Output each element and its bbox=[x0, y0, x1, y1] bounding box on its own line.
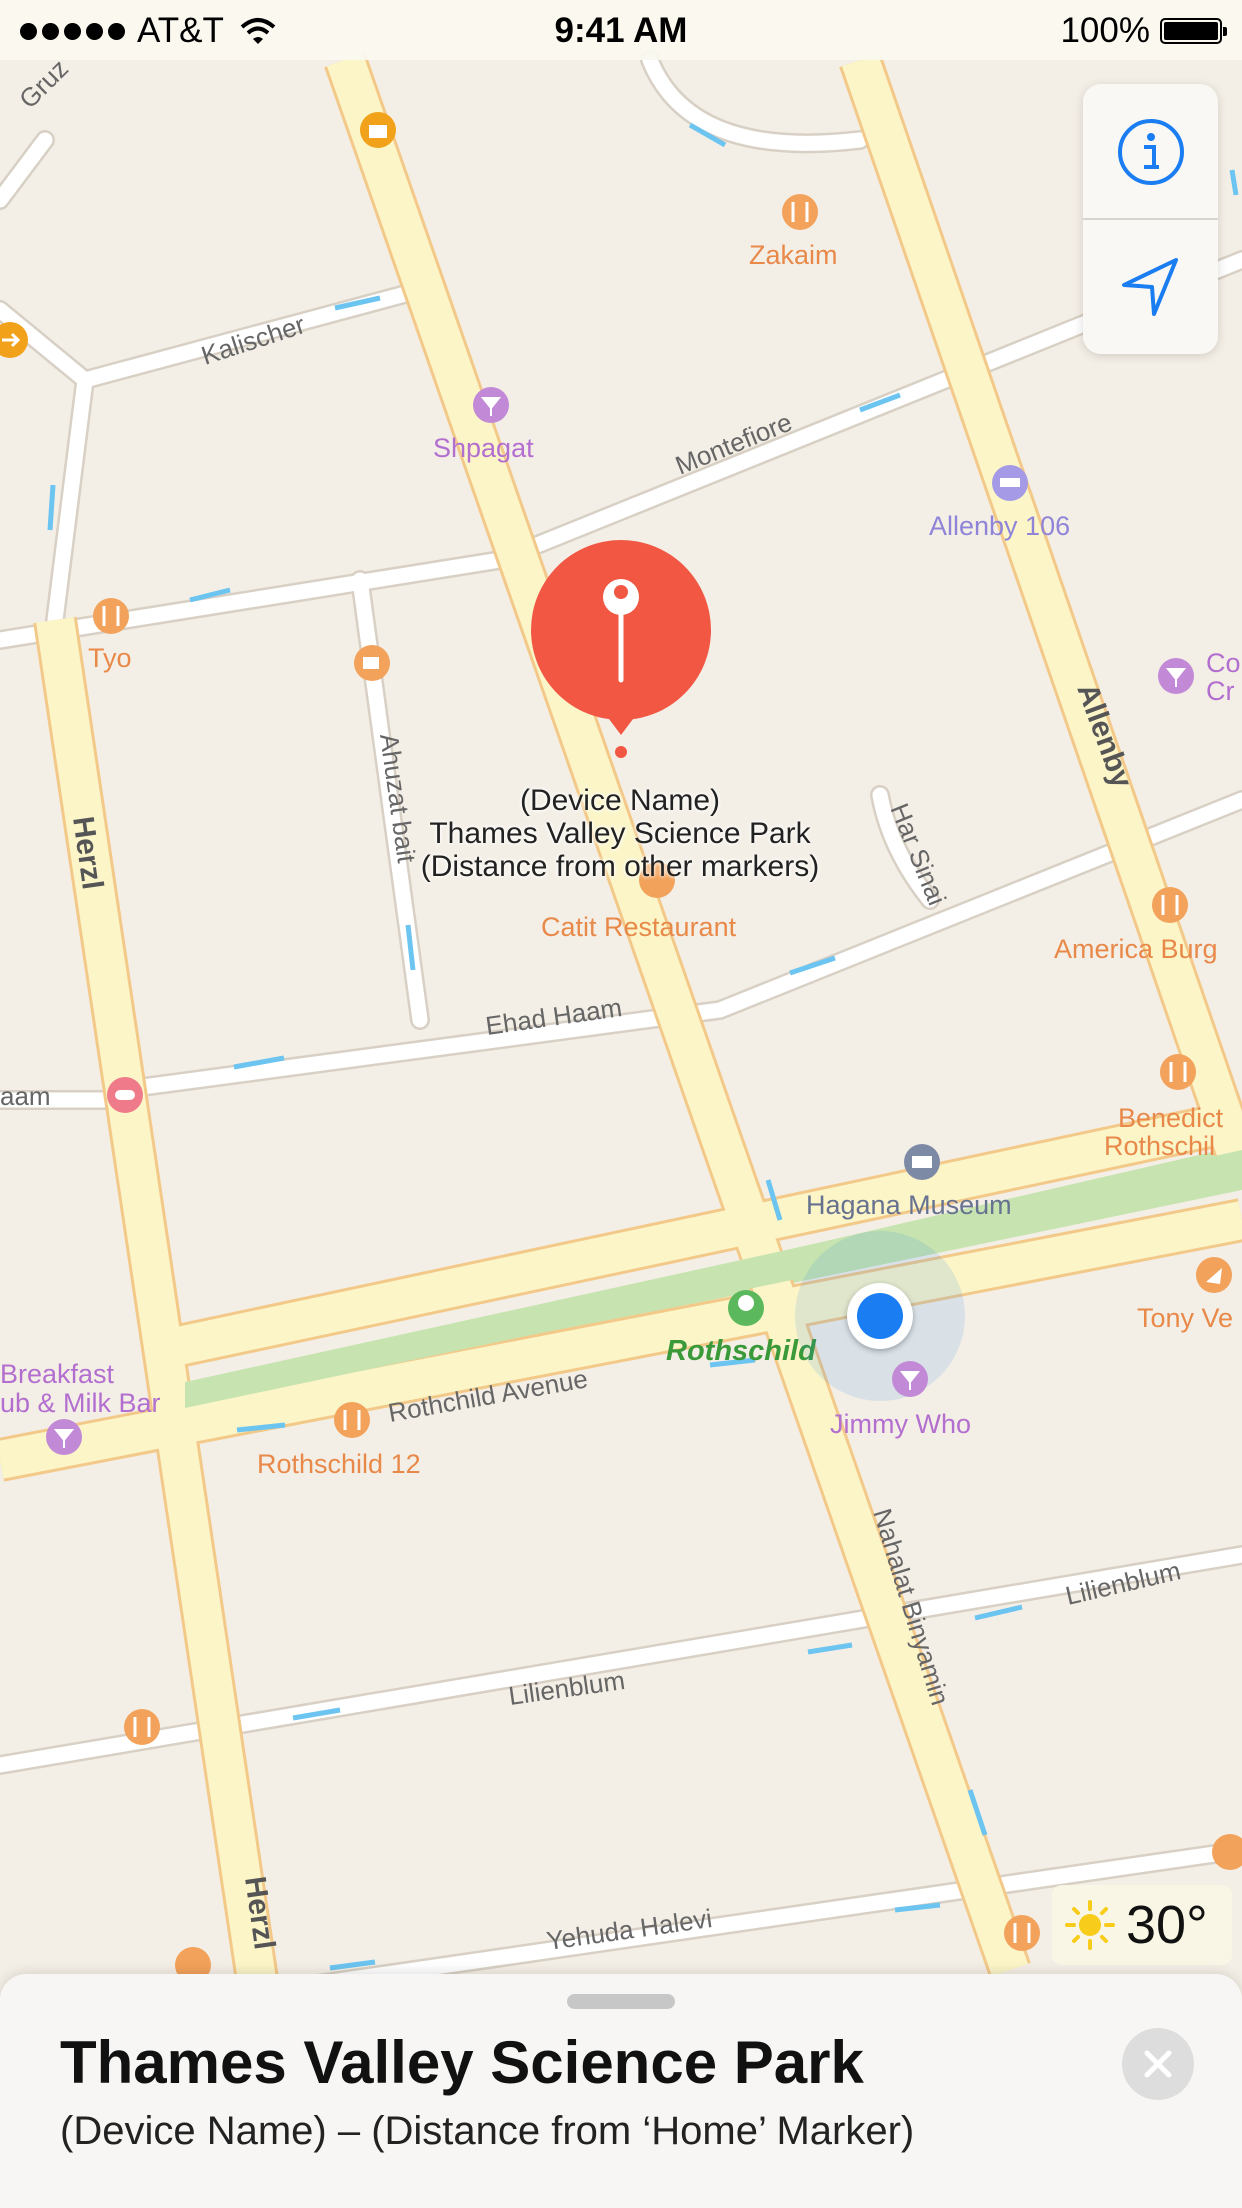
place-card[interactable]: Thames Valley Science Park (Device Name)… bbox=[0, 1974, 1242, 2208]
user-location-dot[interactable] bbox=[857, 1293, 903, 1339]
coffee-icon bbox=[354, 645, 390, 681]
poi-label-catit-restaurant[interactable]: Catit Restaurant bbox=[541, 912, 737, 942]
restaurant-icon bbox=[124, 1709, 160, 1745]
sun-icon bbox=[1065, 1900, 1115, 1950]
weather-badge: 30° bbox=[1052, 1885, 1232, 1965]
poi-label-america-burg[interactable]: America Burg bbox=[1054, 934, 1218, 964]
place-subtitle: (Device Name) – (Distance from ‘Home’ Ma… bbox=[60, 2109, 915, 2153]
pizza-icon bbox=[1196, 1257, 1232, 1293]
close-icon bbox=[1144, 2050, 1172, 2078]
poi-label-rothschil[interactable]: Rothschil bbox=[1104, 1131, 1215, 1161]
sheet-grabber[interactable] bbox=[567, 1994, 675, 2009]
battery-icon bbox=[1160, 18, 1227, 44]
battery-percentage: 100% bbox=[1060, 11, 1150, 50]
street-label-haam: aam bbox=[0, 1081, 51, 1111]
cocktail-icon bbox=[892, 1361, 928, 1397]
cocktail-icon bbox=[46, 1419, 82, 1455]
restaurant-icon bbox=[1004, 1915, 1040, 1951]
poi-label-hagana-museum[interactable]: Hagana Museum bbox=[806, 1190, 1012, 1220]
pin-location-name: Thames Valley Science Park bbox=[429, 817, 811, 850]
current-location-button[interactable] bbox=[1083, 219, 1218, 354]
location-arrow-icon bbox=[1121, 257, 1178, 316]
hotel-icon bbox=[992, 465, 1028, 501]
cocktail-icon bbox=[1158, 658, 1194, 694]
restaurant-icon bbox=[1152, 887, 1188, 923]
pin-device-name: (Device Name) bbox=[519, 784, 721, 817]
pin-callout-label: (Device Name) Thames Valley Science Park… bbox=[320, 784, 920, 883]
poi-label-tyo[interactable]: Tyo bbox=[88, 643, 132, 673]
poi-label-allenby-106[interactable]: Allenby 106 bbox=[929, 511, 1070, 541]
restaurant-icon bbox=[1160, 1054, 1196, 1090]
info-icon bbox=[1117, 118, 1184, 185]
restaurant-icon bbox=[93, 598, 129, 634]
restaurant-icon bbox=[782, 194, 818, 230]
bag-icon bbox=[360, 112, 396, 148]
pin-distance: (Distance from other markers) bbox=[420, 850, 820, 883]
cocktail-icon bbox=[473, 387, 509, 423]
map[interactable]: Gruz Kalischer Montefiore Ahuzat bait Ha… bbox=[0, 0, 1242, 2208]
poi-label-shpagat[interactable]: Shpagat bbox=[433, 433, 534, 463]
close-button[interactable] bbox=[1122, 2028, 1194, 2100]
poi-label-breakfast[interactable]: Breakfast bbox=[0, 1359, 115, 1389]
temperature: 30° bbox=[1126, 1895, 1208, 1955]
museum-icon bbox=[904, 1144, 940, 1180]
map-controls bbox=[1083, 84, 1218, 354]
poi-label-cr[interactable]: Cr bbox=[1206, 676, 1235, 706]
restaurant-icon bbox=[334, 1402, 370, 1438]
place-title: Thames Valley Science Park bbox=[60, 2029, 864, 2096]
poi-label-milk-bar[interactable]: ub & Milk Bar bbox=[0, 1388, 161, 1418]
poi-label-tony-ve[interactable]: Tony Ve bbox=[1137, 1303, 1233, 1333]
status-bar: AT&T 9:41 AM 100% bbox=[0, 0, 1242, 60]
poi-label-jimmy-who[interactable]: Jimmy Who bbox=[830, 1409, 971, 1439]
park-icon bbox=[728, 1290, 764, 1326]
poi-label-co[interactable]: Co bbox=[1206, 648, 1241, 678]
battery-status: 100% bbox=[1060, 11, 1227, 51]
poi-label-rothschild[interactable]: Rothschild bbox=[666, 1335, 817, 1367]
poi-label-rothschild-12[interactable]: Rothschild 12 bbox=[257, 1449, 421, 1479]
poi-label-zakaim[interactable]: Zakaim bbox=[749, 240, 838, 270]
info-button[interactable] bbox=[1083, 84, 1218, 219]
clock: 9:41 AM bbox=[554, 11, 688, 50]
poi-label-benedict[interactable]: Benedict bbox=[1118, 1103, 1224, 1133]
pharmacy-icon bbox=[107, 1077, 143, 1113]
